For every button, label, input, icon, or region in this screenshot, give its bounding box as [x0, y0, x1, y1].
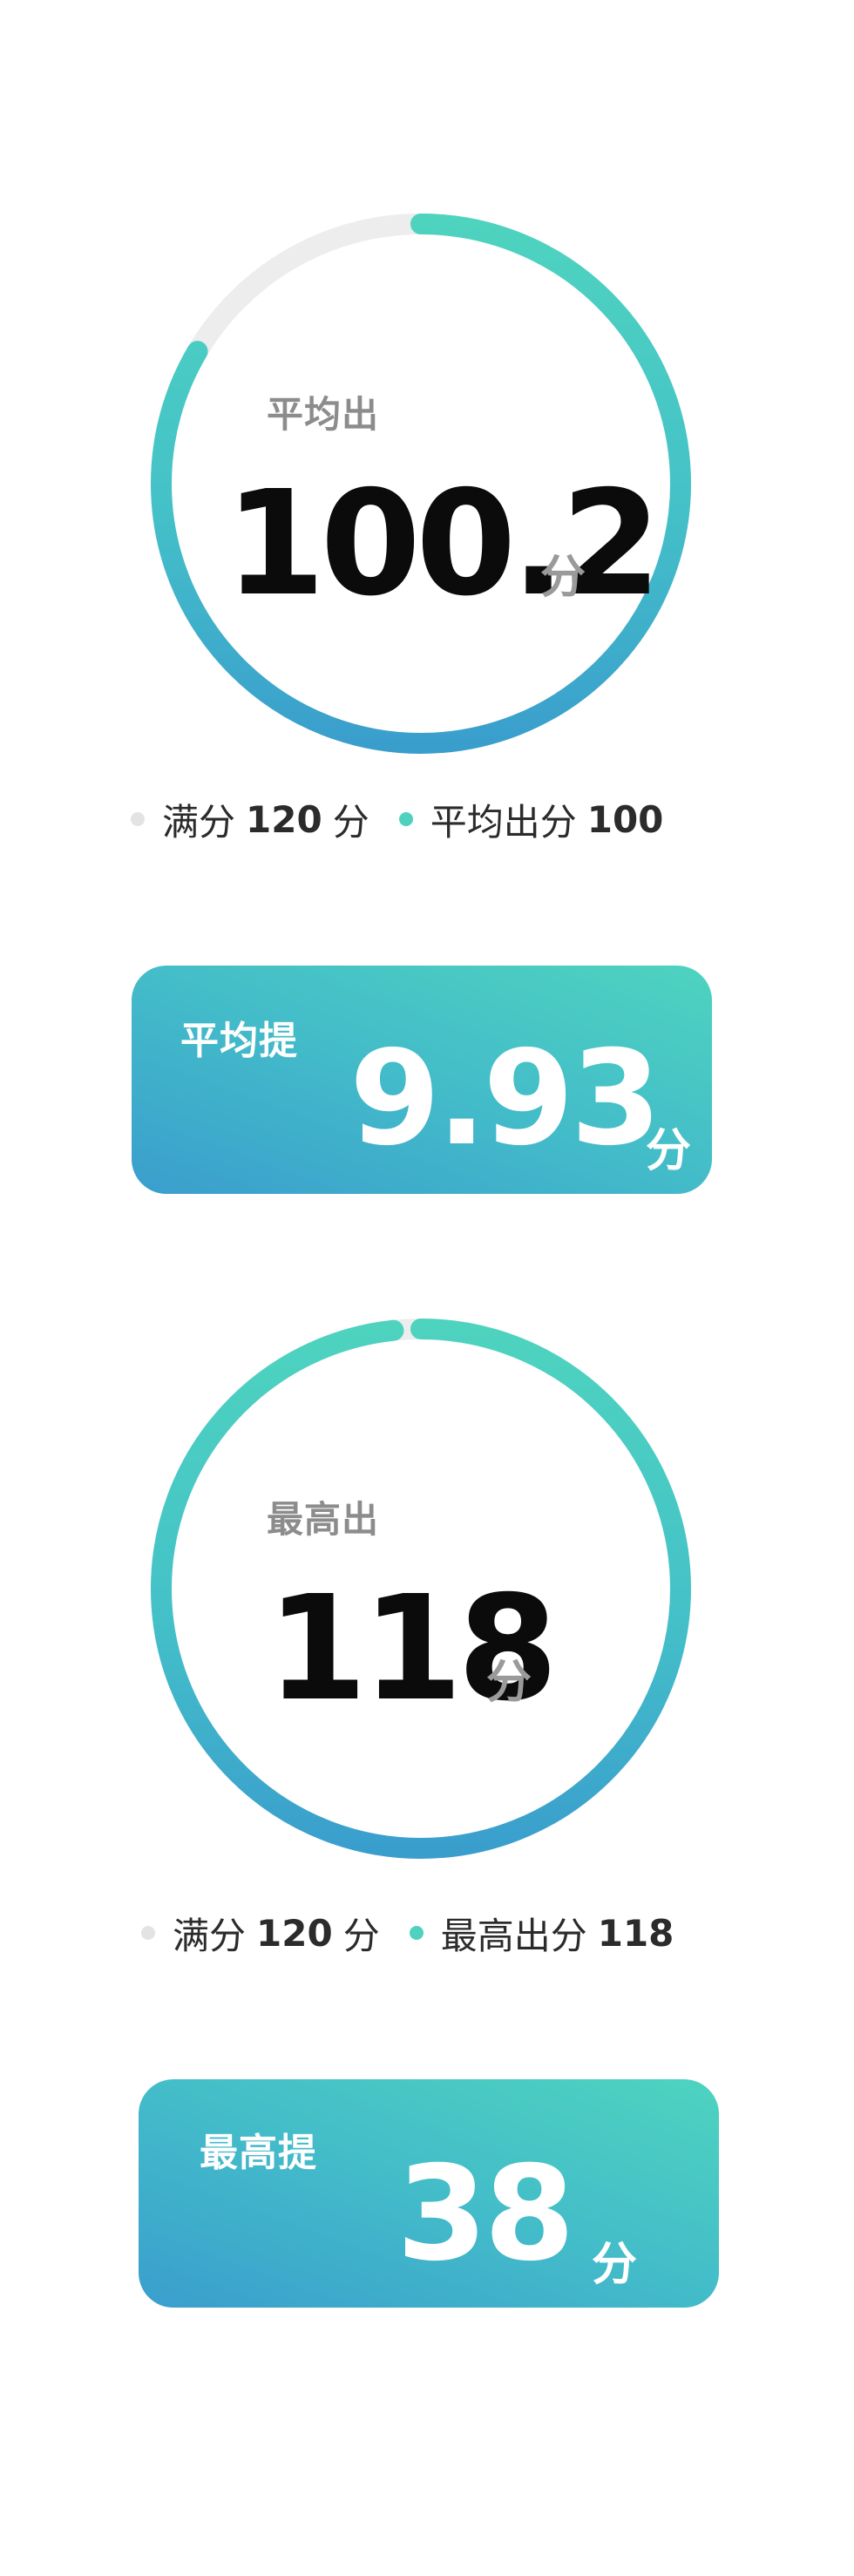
highest-score-legend: 满分 120 分 最高出分 118 [141, 1902, 684, 1963]
legend-full-label: 满分 [162, 800, 236, 844]
legend-highest-label: 最高出分 [440, 1914, 587, 1957]
score-summary-page: 平均出 100.2 分 满分 120 分 平均出分 100 平均提 9.93 分 [0, 0, 854, 2576]
average-improve-value: 9.93 [349, 1023, 661, 1175]
legend-full-value: 120 [256, 1911, 333, 1955]
highest-improve-label: 最高提 [200, 2131, 317, 2175]
highest-score-unit: 分 [486, 1657, 532, 1709]
legend-full-value: 120 [246, 797, 322, 841]
average-score-legend: 满分 120 分 平均出分 100 [131, 789, 674, 850]
highest-improve-card: 最高提 38 分 [139, 2079, 719, 2308]
average-score-value: 100.2 [225, 460, 661, 628]
legend-average-label: 平均出分 [430, 800, 577, 844]
legend-dot-full [141, 1926, 155, 1940]
legend-average-value: 100 [586, 797, 664, 841]
average-score-gauge: 平均出 100.2 分 [146, 209, 695, 758]
legend-dot-average [398, 812, 413, 826]
highest-score-label: 最高出 [267, 1498, 380, 1541]
legend-dot-full [131, 812, 145, 826]
legend-full-unit: 分 [342, 1914, 380, 1957]
highest-improve-unit: 分 [592, 2239, 638, 2291]
average-improve-unit: 分 [646, 1125, 692, 1177]
average-score-unit: 分 [540, 552, 586, 604]
legend-full-unit: 分 [332, 800, 369, 844]
highest-improve-value: 38 [396, 2139, 575, 2290]
legend-highest-value: 118 [597, 1911, 674, 1955]
legend-full-label: 满分 [173, 1914, 247, 1957]
highest-score-gauge: 最高出 118 分 [146, 1314, 695, 1863]
average-improve-card: 平均提 9.93 分 [132, 966, 712, 1194]
average-score-label: 平均出 [267, 393, 380, 436]
average-improve-label: 平均提 [180, 1019, 298, 1063]
legend-dot-highest [409, 1926, 424, 1940]
